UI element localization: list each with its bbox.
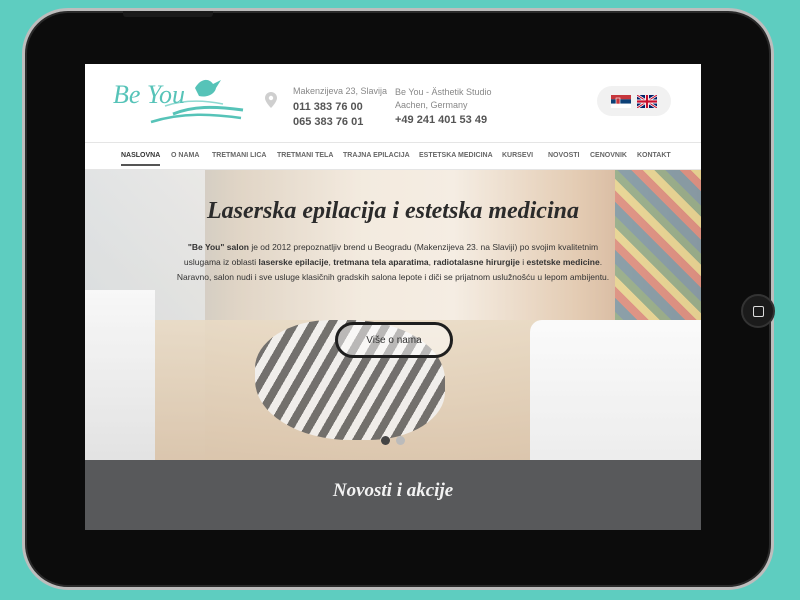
phone-1[interactable]: 011 383 76 00 [293, 100, 363, 115]
address-serbia: Makenzijeva 23, Slavija [293, 86, 388, 96]
slider-dots [381, 436, 405, 445]
main-nav: NASLOVNA O NAMA TRETMANI LICA TRETMANI T… [85, 142, 701, 170]
location-pin-icon [265, 92, 277, 108]
nav-tretmani-tela[interactable]: TRETMANI TELA [277, 152, 333, 159]
hero-text-medicine: estetske medicine [526, 257, 600, 267]
language-switcher [597, 86, 671, 116]
studio-city: Aachen, Germany [395, 100, 468, 110]
uk-flag-icon[interactable] [637, 94, 657, 108]
phones-serbia: 011 383 76 00 065 383 76 01 [293, 100, 363, 130]
hero-text-radio: radiotalasne hirurgije [433, 257, 520, 267]
more-about-us-button[interactable]: Više o nama [335, 322, 453, 358]
nav-novosti[interactable]: NOVOSTI [548, 152, 580, 159]
hero-slider: Laserska epilacija i estetska medicina "… [85, 170, 701, 460]
tablet-screen: Be You Makenzijeva 23, Slavija 011 383 7… [85, 64, 701, 530]
nav-kontakt[interactable]: KONTAKT [637, 152, 671, 159]
studio-name: Be You - Ästhetik Studio [395, 87, 492, 97]
tablet-top-edge [123, 11, 213, 17]
hero-description: "Be You" salon je od 2012 prepoznatljiv … [173, 240, 613, 285]
logo-text: Be You [113, 80, 185, 109]
slider-dot-1[interactable] [381, 436, 390, 445]
slider-dot-2[interactable] [396, 436, 405, 445]
hero-title: Laserska epilacija i estetska medicina [207, 198, 579, 224]
nav-estetska-medicina[interactable]: ESTETSKA MEDICINA [419, 152, 493, 159]
nav-cenovnik[interactable]: CENOVNIK [590, 152, 627, 159]
site-header: Be You Makenzijeva 23, Slavija 011 383 7… [85, 64, 701, 142]
news-section: Novosti i akcije [85, 460, 701, 530]
address-germany: Be You - Ästhetik Studio Aachen, Germany [395, 86, 492, 112]
hero-text-brand: "Be You" salon [187, 242, 249, 252]
nav-naslovna[interactable]: NASLOVNA [121, 152, 161, 166]
nav-tretmani-lica[interactable]: TRETMANI LICA [212, 152, 266, 159]
home-square-icon [752, 305, 764, 317]
news-title: Novosti i akcije [332, 480, 454, 501]
serbian-flag-icon[interactable] [611, 94, 631, 108]
hero-text-laser: laserske epilacije [258, 257, 329, 267]
nav-trajna-epilacija[interactable]: TRAJNA EPILACIJA [343, 152, 410, 159]
phone-germany[interactable]: +49 241 401 53 49 [395, 114, 487, 126]
logo[interactable]: Be You [113, 70, 248, 132]
nav-kursevi[interactable]: KURSEVI [502, 152, 533, 159]
phone-2[interactable]: 065 383 76 01 [293, 115, 363, 130]
hero-text-body: tretmana tela aparatima [333, 257, 429, 267]
home-button[interactable] [741, 294, 775, 328]
nav-o-nama[interactable]: O NAMA [171, 152, 199, 159]
